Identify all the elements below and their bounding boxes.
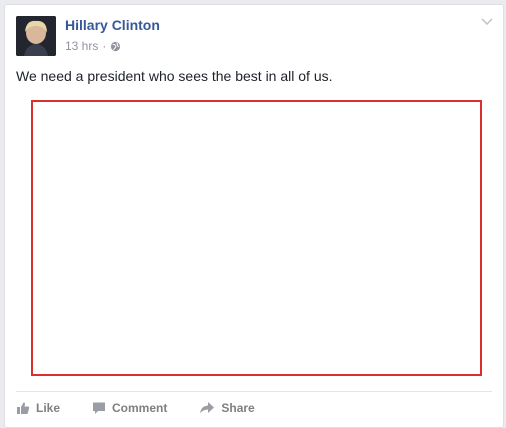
avatar-image bbox=[16, 16, 56, 56]
meta-separator: · bbox=[102, 39, 107, 53]
post-timestamp[interactable]: 13 hrs bbox=[65, 39, 98, 53]
post-meta: 13 hrs · bbox=[65, 39, 121, 53]
author-name[interactable]: Hillary Clinton bbox=[65, 17, 160, 33]
comment-button[interactable]: Comment bbox=[92, 401, 167, 415]
share-button[interactable]: Share bbox=[199, 401, 255, 415]
share-label: Share bbox=[221, 401, 255, 415]
thumbs-up-icon bbox=[17, 402, 30, 414]
like-label: Like bbox=[36, 401, 61, 415]
divider bbox=[16, 391, 492, 392]
action-bar: Like Comment Share bbox=[16, 398, 255, 418]
globe-icon[interactable] bbox=[110, 41, 121, 52]
post-media[interactable] bbox=[31, 100, 482, 376]
chevron-down-icon[interactable] bbox=[481, 17, 493, 27]
like-button[interactable]: Like bbox=[16, 401, 60, 415]
comment-label: Comment bbox=[112, 401, 168, 415]
avatar[interactable] bbox=[16, 16, 56, 56]
post-card: Hillary Clinton 13 hrs · We need a presi… bbox=[4, 4, 504, 428]
share-icon bbox=[200, 402, 215, 414]
comment-icon bbox=[93, 402, 106, 414]
post-text: We need a president who sees the best in… bbox=[16, 68, 333, 84]
